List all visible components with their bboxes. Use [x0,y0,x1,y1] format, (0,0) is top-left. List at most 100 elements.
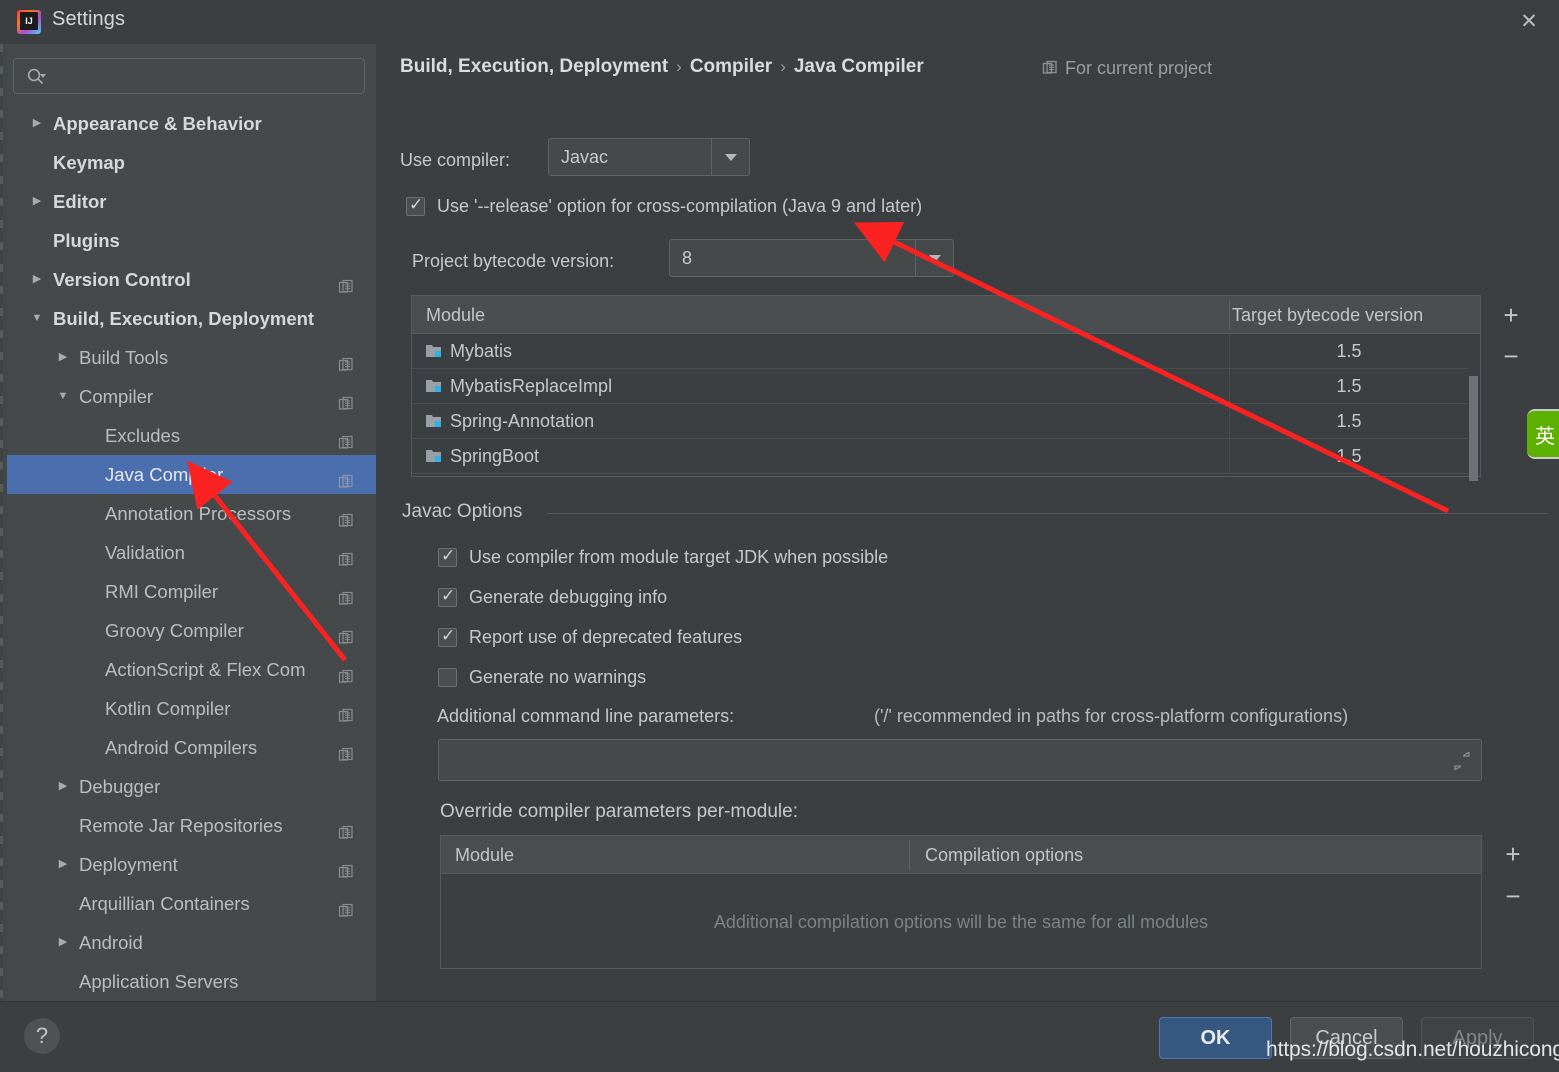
javac-option-row[interactable]: Generate debugging info [438,586,667,608]
copy-settings-icon[interactable] [338,466,354,488]
module-target-version[interactable]: 1.5 [1229,439,1469,474]
chevron-right-icon[interactable]: ▶ [55,338,71,377]
breadcrumb-part-2[interactable]: Compiler [690,56,772,77]
javac-option-checkbox[interactable] [438,626,457,647]
module-table-add-button[interactable]: + [1494,299,1528,333]
copy-settings-icon[interactable] [338,856,354,878]
override-table-col-module[interactable]: Module [455,836,514,874]
sidebar-scrollbar-track[interactable] [360,110,376,990]
copy-settings-icon[interactable] [338,544,354,566]
sidebar-item-keymap[interactable]: Keymap [7,143,376,182]
ok-button[interactable]: OK [1159,1017,1272,1059]
copy-settings-icon[interactable] [338,661,354,683]
sidebar-item-actionscript-flex-com[interactable]: ActionScript & Flex Com [7,650,376,689]
sidebar-item-version-control[interactable]: ▶ Version Control [7,260,376,299]
module-target-version[interactable]: 1.5 [1229,334,1469,369]
search-input[interactable] [54,59,354,93]
copy-settings-icon[interactable] [338,349,354,371]
module-table-scrollbar-track[interactable] [1468,334,1480,481]
javac-option-row[interactable]: Report use of deprecated features [438,626,742,648]
sidebar-item-application-servers[interactable]: Application Servers [7,962,376,1001]
javac-option-row[interactable]: Generate no warnings [438,667,646,688]
sidebar-item-groovy-compiler[interactable]: Groovy Compiler [7,611,376,650]
chevron-right-icon[interactable]: ▶ [55,845,71,884]
expand-icon[interactable] [1452,750,1472,772]
sidebar-item-label: Application Servers [79,971,239,992]
chevron-down-icon[interactable] [711,139,749,175]
sidebar-item-debugger[interactable]: ▶ Debugger [7,767,376,806]
module-name: Spring-Annotation [450,411,595,431]
copy-settings-icon[interactable] [338,622,354,644]
close-icon[interactable]: ✕ [1513,8,1545,36]
help-button[interactable]: ? [24,1018,60,1054]
javac-option-checkbox[interactable] [438,668,457,687]
sidebar-item-validation[interactable]: Validation [7,533,376,572]
sidebar-item-label: Keymap [53,152,125,173]
copy-settings-icon[interactable] [1042,60,1058,81]
sidebar-item-deployment[interactable]: ▶ Deployment [7,845,376,884]
sidebar-item-android[interactable]: ▶ Android [7,923,376,962]
module-target-version[interactable]: 1.5 [1229,369,1469,404]
chevron-down-icon[interactable]: ▼ [29,299,45,338]
chevron-right-icon[interactable]: ▶ [55,923,71,962]
copy-settings-icon[interactable] [338,271,354,293]
breadcrumb-part-1[interactable]: Build, Execution, Deployment [400,56,668,77]
copy-settings-icon[interactable] [338,700,354,722]
module-table-col-module[interactable]: Module [426,296,485,334]
search-box[interactable] [13,58,365,94]
sidebar-item-label: Groovy Compiler [105,620,244,641]
sidebar-item-editor[interactable]: ▶ Editor [7,182,376,221]
chevron-right-icon[interactable]: ▶ [29,260,45,299]
copy-settings-icon[interactable] [338,388,354,410]
module-table-remove-button[interactable]: − [1494,340,1528,374]
table-row[interactable]: MybatisReplaceImpl 1.5 [412,369,1480,404]
breadcrumb-separator-2: › [780,57,786,76]
sidebar-item-appearance-behavior[interactable]: ▶ Appearance & Behavior [7,104,376,143]
additional-params-field[interactable] [438,739,1482,781]
javac-option-checkbox[interactable] [438,546,457,567]
override-table-add-button[interactable]: + [1496,838,1530,872]
copy-settings-icon[interactable] [338,583,354,605]
javac-option-row[interactable]: Use compiler from module target JDK when… [438,546,888,568]
sidebar-item-plugins[interactable]: Plugins [7,221,376,260]
sidebar-item-compiler[interactable]: ▼ Compiler [7,377,376,416]
table-row[interactable]: SpringBoot 1.5 [412,439,1480,474]
chevron-right-icon[interactable]: ▶ [29,182,45,221]
release-option-checkbox-row[interactable]: Use '--release' option for cross-compila… [406,195,922,217]
sidebar-item-kotlin-compiler[interactable]: Kotlin Compiler [7,689,376,728]
copy-settings-icon[interactable] [338,427,354,449]
sidebar-item-excludes[interactable]: Excludes [7,416,376,455]
project-bytecode-dropdown[interactable]: 8 [669,239,954,277]
sidebar-item-android-compilers[interactable]: Android Compilers [7,728,376,767]
override-table-col-options[interactable]: Compilation options [925,836,1083,874]
copy-settings-icon[interactable] [338,505,354,527]
sidebar-item-remote-jar-repositories[interactable]: Remote Jar Repositories [7,806,376,845]
sidebar-item-build-execution-deployment[interactable]: ▼ Build, Execution, Deployment [7,299,376,338]
chevron-down-icon[interactable] [915,240,953,276]
chevron-right-icon[interactable]: ▶ [29,104,45,143]
sidebar-item-label: Android Compilers [105,737,258,758]
chevron-right-icon[interactable]: ▶ [55,767,71,806]
breadcrumb-part-3[interactable]: Java Compiler [794,56,924,77]
copy-settings-icon[interactable] [338,817,354,839]
module-target-version[interactable]: 1.5 [1229,404,1469,439]
copy-settings-icon[interactable] [338,739,354,761]
module-table-col-version[interactable]: Target bytecode version [1232,296,1423,334]
sidebar-item-arquillian-containers[interactable]: Arquillian Containers [7,884,376,923]
release-option-checkbox[interactable] [406,195,425,216]
chevron-down-icon[interactable]: ▼ [55,377,71,416]
sidebar-item-label: Java Compiler [105,464,224,485]
sidebar-item-build-tools[interactable]: ▶ Build Tools [7,338,376,377]
table-row[interactable]: Mybatis 1.5 [412,334,1480,369]
module-folder-icon [426,413,444,428]
module-table-scrollbar-thumb[interactable] [1469,376,1478,481]
sidebar-item-java-compiler[interactable]: Java Compiler [7,455,376,494]
ime-indicator-badge[interactable]: 英 [1527,409,1559,459]
override-table-remove-button[interactable]: − [1496,880,1530,914]
table-row[interactable]: Spring-Annotation 1.5 [412,404,1480,439]
javac-option-checkbox[interactable] [438,586,457,607]
sidebar-item-annotation-processors[interactable]: Annotation Processors [7,494,376,533]
copy-settings-icon[interactable] [338,895,354,917]
use-compiler-dropdown[interactable]: Javac [548,138,750,176]
sidebar-item-rmi-compiler[interactable]: RMI Compiler [7,572,376,611]
